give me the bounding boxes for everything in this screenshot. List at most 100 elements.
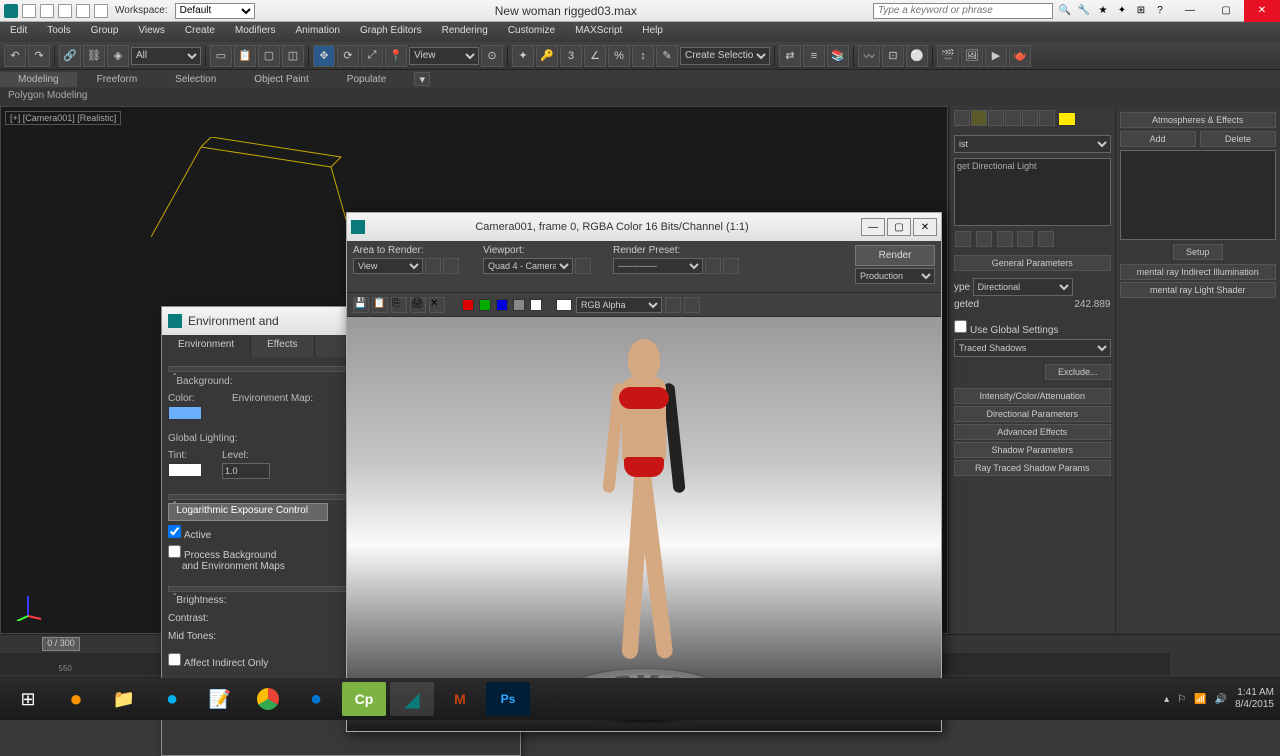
rollout-shadowparams[interactable]: Shadow Parameters [954,442,1111,458]
align-icon[interactable]: ≡ [803,45,825,67]
modify-tab-icon[interactable] [971,110,987,126]
star2-icon[interactable]: ✦ [1114,3,1130,19]
shadow-type-select[interactable]: Traced Shadows [954,339,1111,357]
area-icon1[interactable] [425,258,441,274]
print-icon[interactable]: 🖨 [410,297,426,313]
matl-icon[interactable]: ⚪ [906,45,928,67]
rotate-icon[interactable]: ⟳ [337,45,359,67]
area-icon2[interactable] [443,258,459,274]
window-icon[interactable]: ◫ [282,45,304,67]
render-max-button[interactable]: ▢ [887,218,911,236]
menu-views[interactable]: Views [128,22,175,42]
time-slider[interactable]: 0 / 300 [42,637,80,651]
mirror-icon[interactable]: ⇄ [779,45,801,67]
viewport-select[interactable]: Quad 4 - Camera [483,258,573,274]
clock[interactable]: 1:41 AM8/4/2015 [1235,687,1274,711]
edit-icon[interactable]: ✎ [656,45,678,67]
menu-tools[interactable]: Tools [37,22,80,42]
key-icon[interactable]: 🔑 [536,45,558,67]
render-icon[interactable]: 🎬 [937,45,959,67]
refcoord-select[interactable]: View [409,47,479,65]
ribbon-objectpaint[interactable]: Object Paint [236,72,326,87]
menu-maxscript[interactable]: MAXScript [565,22,632,42]
curve-icon[interactable]: 〰 [858,45,880,67]
copy-img-icon[interactable]: 📋 [372,297,388,313]
render-titlebar[interactable]: Camera001, frame 0, RGBA Color 16 Bits/C… [347,213,941,241]
light-type-select[interactable]: Directional [973,278,1073,296]
open-icon[interactable] [40,4,54,18]
menu-rendering[interactable]: Rendering [432,22,498,42]
create-tab-icon[interactable] [954,110,970,126]
level-spinner[interactable] [222,463,270,479]
show-icon[interactable] [976,231,992,247]
alpha-channel-icon[interactable] [513,299,525,311]
3dsmax-icon[interactable]: ◢ [390,682,434,716]
modifier-stack[interactable]: get Directional Light [954,158,1111,226]
undo-icon[interactable] [76,4,90,18]
selectname-icon[interactable]: 📋 [234,45,256,67]
help-icon[interactable]: ? [1152,3,1168,19]
rendprod-icon[interactable]: ▶ [985,45,1007,67]
preset-icon1[interactable] [705,258,721,274]
pctsnap-icon[interactable]: % [608,45,630,67]
minimize-button[interactable]: — [1172,0,1208,22]
display-tab-icon[interactable] [1022,110,1038,126]
tool-icon[interactable]: 🔧 [1076,3,1092,19]
ribbon-populate[interactable]: Populate [329,72,404,87]
toggle1-icon[interactable] [665,297,681,313]
menu-modifiers[interactable]: Modifiers [225,22,286,42]
render-min-button[interactable]: — [861,218,885,236]
motion-tab-icon[interactable] [1005,110,1021,126]
manip-icon[interactable]: ✦ [512,45,534,67]
bg-toggle-icon[interactable] [556,299,572,311]
namedsel-select[interactable]: Create Selection S [680,47,770,65]
active-check[interactable] [168,525,181,538]
close-button[interactable]: ✕ [1244,0,1280,22]
rollout-adveffects[interactable]: Advanced Effects [954,424,1111,440]
skype-icon[interactable]: ● [150,682,194,716]
schem-icon[interactable]: ⊡ [882,45,904,67]
menu-animation[interactable]: Animation [285,22,349,42]
redo-icon[interactable] [94,4,108,18]
photoshop-icon[interactable]: Ps [486,682,530,716]
save-icon[interactable] [58,4,72,18]
rollout-general[interactable]: General Parameters [954,255,1111,271]
ribbon-modeling[interactable]: Modeling [0,72,77,87]
star-icon[interactable]: ★ [1095,3,1111,19]
bind-icon[interactable]: ◈ [107,45,129,67]
rollout-directional[interactable]: Directional Parameters [954,406,1111,422]
save-img-icon[interactable]: 💾 [353,297,369,313]
clear-icon[interactable]: ✕ [429,297,445,313]
rendframe-icon[interactable]: 🖼 [961,45,983,67]
tray-net-icon[interactable]: 📶 [1194,694,1206,705]
link-icon[interactable]: 🔗 [59,45,81,67]
object-color-swatch[interactable] [1058,112,1076,126]
menu-group[interactable]: Group [81,22,129,42]
anglesnap-icon[interactable]: ∠ [584,45,606,67]
exposure-type-select[interactable]: Logarithmic Exposure Control [168,503,328,521]
tray-action-icon[interactable]: ⚐ [1177,694,1186,705]
search-input[interactable] [873,3,1053,19]
preset-icon2[interactable] [723,258,739,274]
workspace-select[interactable]: Default [175,3,255,19]
mono-channel-icon[interactable] [530,299,542,311]
snap-icon[interactable]: 3 [560,45,582,67]
tray-up-icon[interactable]: ▴ [1164,694,1169,705]
blue-channel-icon[interactable] [496,299,508,311]
new-icon[interactable] [22,4,36,18]
undo2-icon[interactable]: ↶ [4,45,26,67]
affectindirect-check[interactable] [168,653,181,666]
menu-grapheditors[interactable]: Graph Editors [350,22,432,42]
toggle2-icon[interactable] [684,297,700,313]
channel-select[interactable]: RGB Alpha [576,297,662,313]
render-button[interactable]: Render [855,245,935,266]
procbg-check[interactable] [168,545,181,558]
preset-select[interactable]: ------------- [613,258,703,274]
captivate-icon[interactable]: Cp [342,682,386,716]
menu-help[interactable]: Help [632,22,673,42]
green-channel-icon[interactable] [479,299,491,311]
red-channel-icon[interactable] [462,299,474,311]
tray-vol-icon[interactable]: 🔊 [1215,694,1227,705]
menu-edit[interactable]: Edit [0,22,37,42]
rollout-raytrace[interactable]: Ray Traced Shadow Params [954,460,1111,476]
